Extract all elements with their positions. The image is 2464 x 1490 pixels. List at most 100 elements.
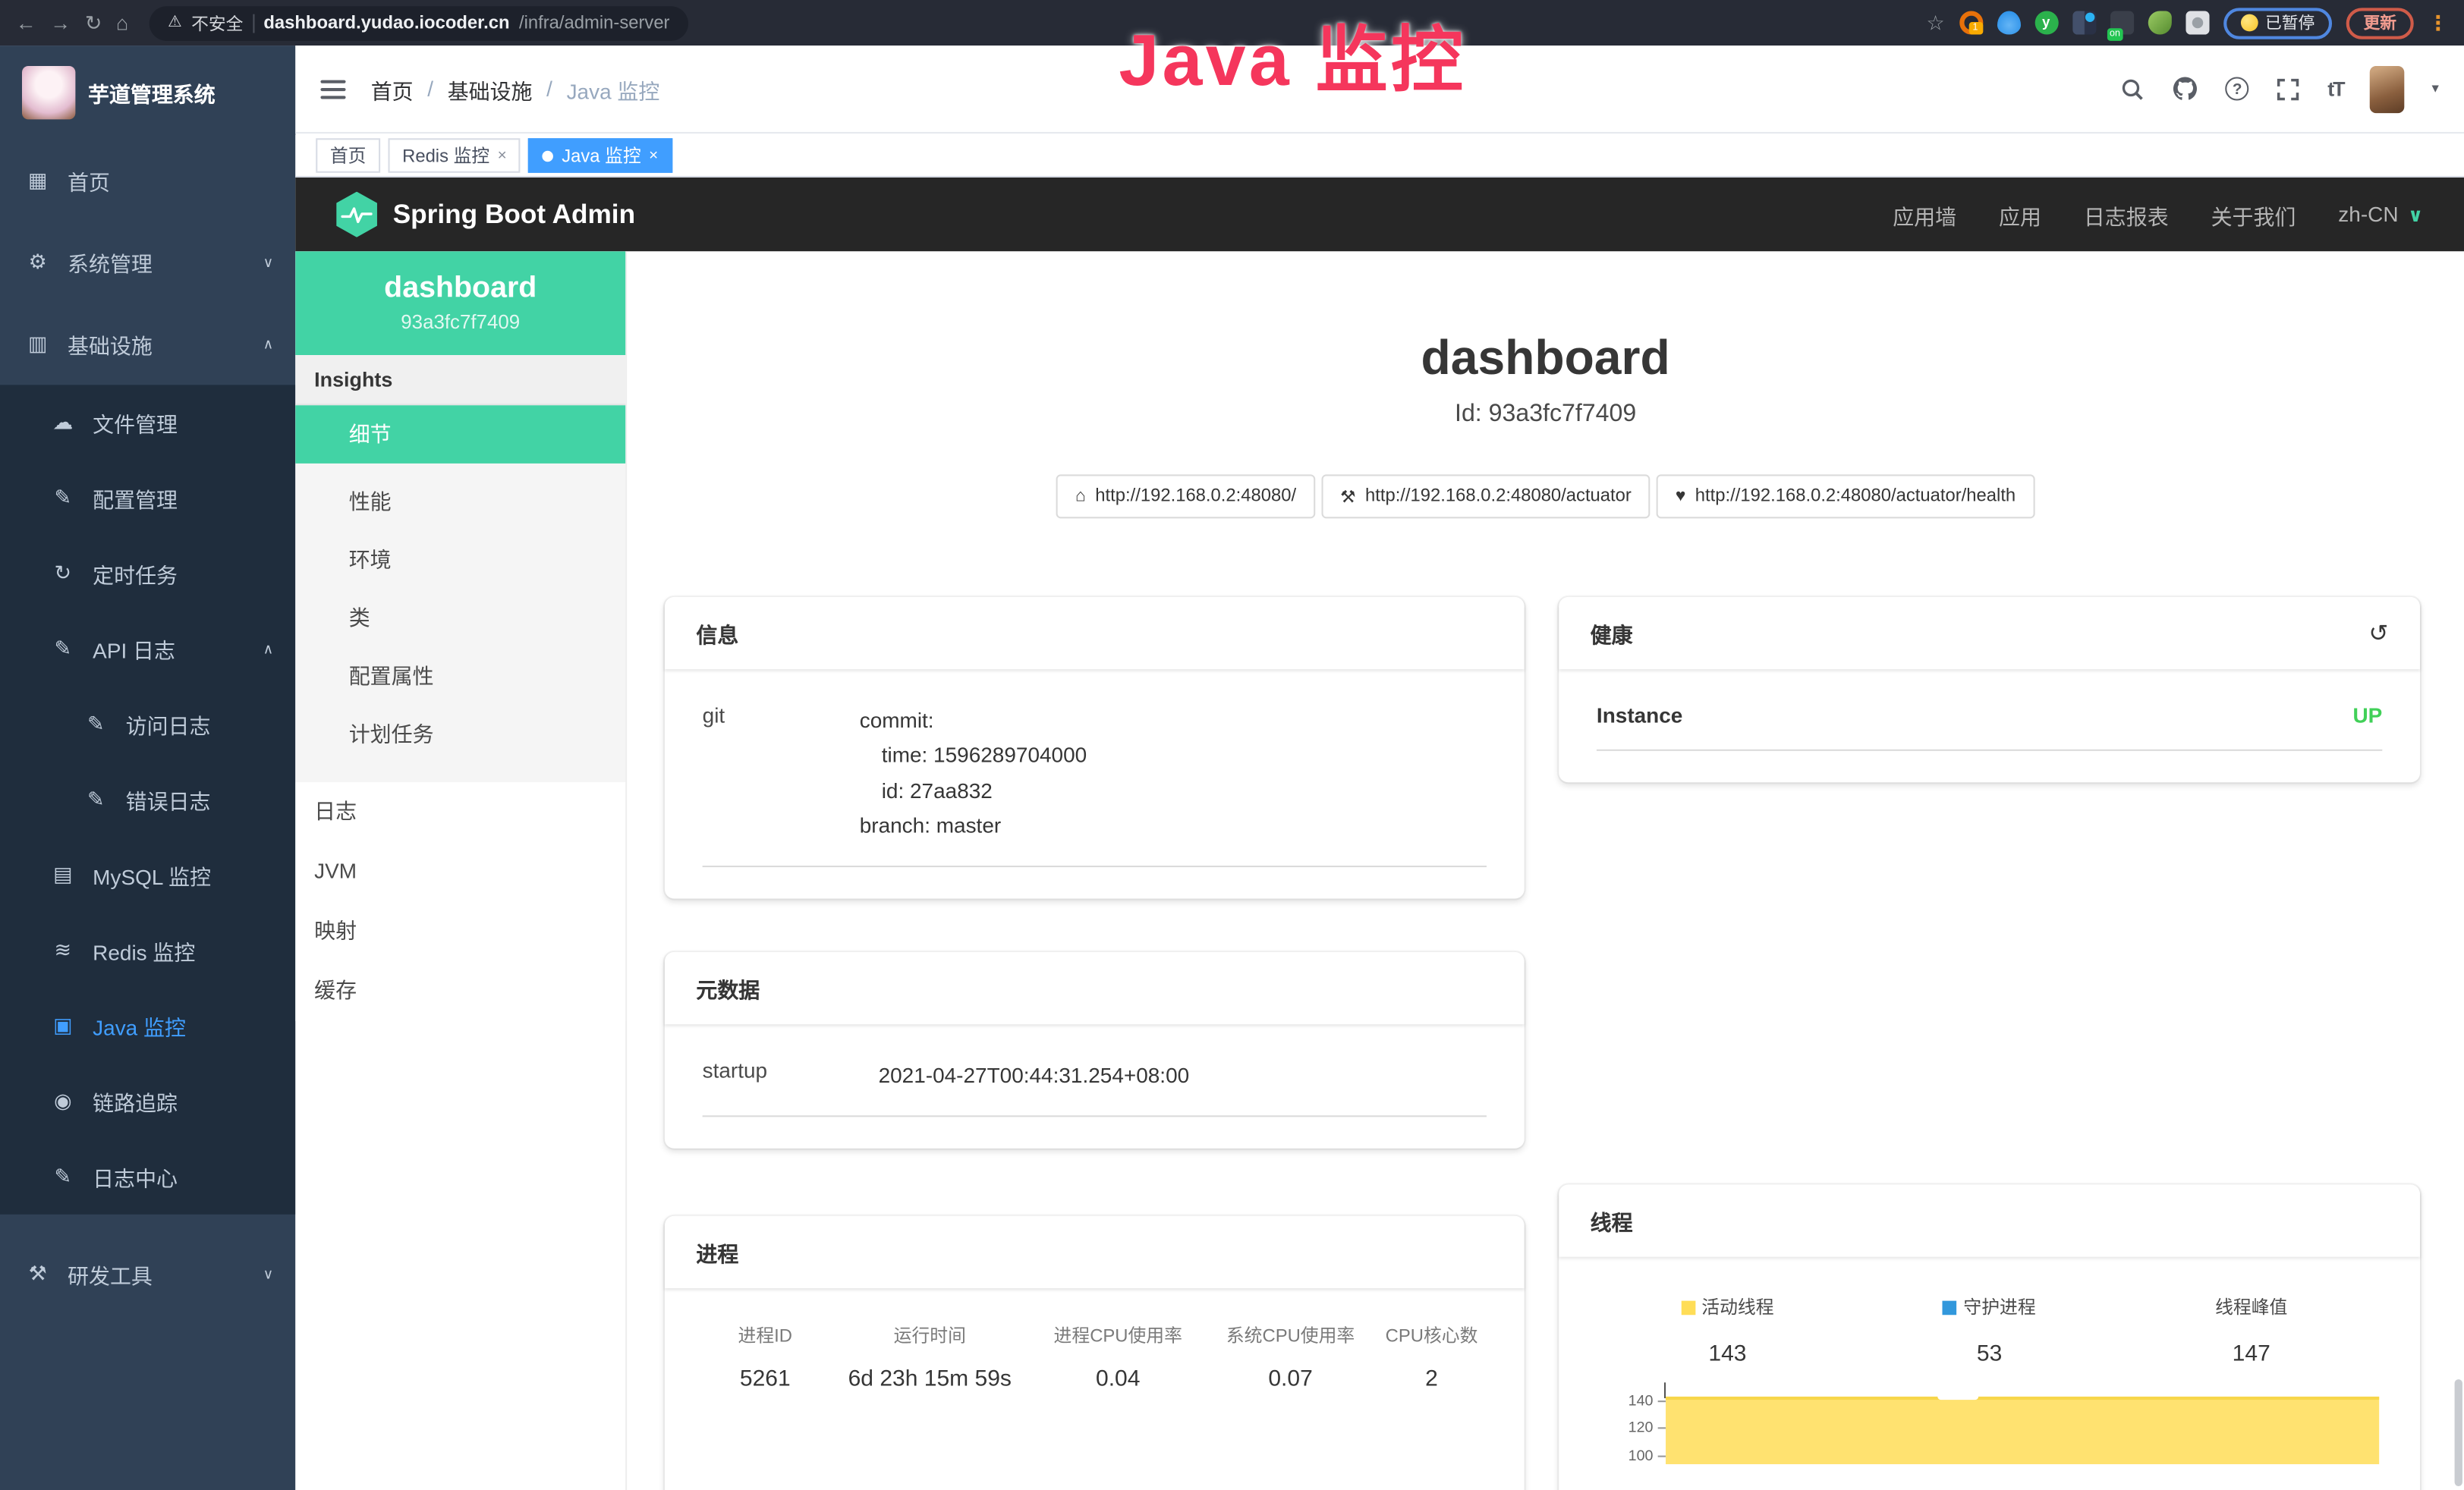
metadata-card: 元数据 startup 2021-04-27T00:44:31.254+08:0… — [665, 952, 1525, 1149]
sidebar-item-trace[interactable]: ◉ 链路追踪 — [0, 1064, 295, 1139]
font-size-icon[interactable]: tT — [2327, 77, 2343, 100]
legend-daemon: 守护进程 — [1858, 1294, 2120, 1319]
actuator-url-button[interactable]: ⚒ http://192.168.0.2:48080/actuator — [1321, 474, 1650, 518]
sba-nav: 应用墙 应用 日志报表 关于我们 zh-CN ∨ — [1893, 199, 2423, 230]
update-button[interactable]: 更新 — [2346, 7, 2414, 38]
tab-java[interactable]: Java 监控 × — [529, 138, 672, 173]
instance-header[interactable]: dashboard 93a3fc7f7409 — [295, 251, 625, 355]
instance-links: ⌂ http://192.168.0.2:48080/ ⚒ http://192… — [627, 474, 2464, 518]
sidebar-item-log-center[interactable]: ✎ 日志中心 — [0, 1139, 295, 1214]
sba-nav-wallboard[interactable]: 应用墙 — [1893, 199, 1956, 230]
address-bar[interactable]: ⚠ 不安全 dashboard.yudao.iocoder.cn/infra/a… — [149, 5, 688, 40]
threads-card-title: 线程 — [1591, 1205, 1633, 1236]
sidebar-item-home[interactable]: ▦ 首页 — [0, 140, 295, 222]
process-header: 运行时间 — [828, 1323, 1032, 1348]
scrollbar-thumb[interactable] — [2455, 1379, 2462, 1486]
extension-icon[interactable]: on — [2110, 11, 2133, 34]
health-card-title: 健康 — [1591, 618, 1633, 649]
sidebar-item-redis[interactable]: ≋ Redis 监控 — [0, 913, 295, 988]
extension-icon[interactable]: y — [2034, 11, 2058, 34]
sba-menu-logfile[interactable]: 日志 — [295, 782, 625, 842]
sidebar-item-job[interactable]: ↻ 定时任务 — [0, 536, 295, 611]
tab-home[interactable]: 首页 — [316, 138, 380, 173]
edit-icon: ✎ — [50, 486, 75, 511]
layers-icon: ≋ — [50, 938, 75, 963]
sba-menu-env[interactable]: 环境 — [295, 531, 625, 589]
sba-menu-caches[interactable]: 缓存 — [295, 961, 625, 1021]
close-icon[interactable]: × — [498, 147, 507, 165]
sba-menu-configprops[interactable]: 配置属性 — [295, 647, 625, 706]
sba-brand[interactable]: Spring Boot Admin — [393, 199, 635, 230]
extension-icon[interactable] — [2072, 11, 2095, 34]
extensions-puzzle-icon[interactable] — [2185, 11, 2208, 34]
breadcrumb-home[interactable]: 首页 — [371, 73, 414, 104]
home-icon: ⌂ — [1075, 487, 1086, 506]
sba-menu-mappings[interactable]: 映射 — [295, 902, 625, 962]
paused-label: 已暂停 — [2265, 11, 2315, 34]
sba-nav-journal[interactable]: 日志报表 — [2084, 199, 2169, 230]
sidebar-item-system[interactable]: ⚙ 系统管理 ∨ — [0, 222, 295, 303]
app-logo[interactable]: 芋道管理系统 — [0, 46, 295, 140]
sba-menu-jvm[interactable]: JVM — [295, 842, 625, 902]
back-icon[interactable]: ← — [16, 13, 36, 33]
monitor-icon: ▣ — [50, 1014, 75, 1039]
logo-image — [22, 66, 75, 119]
github-icon[interactable] — [2172, 75, 2198, 102]
sba-menu-scheduled[interactable]: 计划任务 — [295, 706, 625, 764]
metadata-card-title: 元数据 — [696, 973, 760, 1004]
sidebar-item-label: 配置管理 — [93, 483, 273, 514]
sidebar-item-infra[interactable]: ▥ 基础设施 ∧ — [0, 303, 295, 385]
sidebar-item-file[interactable]: ☁ 文件管理 — [0, 385, 295, 460]
close-icon[interactable]: × — [649, 147, 658, 165]
collapse-sidebar-icon[interactable] — [320, 80, 345, 99]
health-url-button[interactable]: ♥ http://192.168.0.2:48080/actuator/heal… — [1657, 474, 2034, 518]
breadcrumb-infra[interactable]: 基础设施 — [448, 73, 533, 104]
reload-icon[interactable]: ↻ — [85, 13, 102, 33]
forward-icon[interactable]: → — [50, 13, 71, 33]
sba-menu-metrics[interactable]: 性能 — [295, 473, 625, 531]
git-id-line: id: 27aa832 — [860, 774, 1487, 809]
sidebar-item-error-log[interactable]: ✎ 错误日志 — [0, 762, 295, 837]
extension-icon[interactable] — [1997, 11, 2020, 34]
user-menu-caret-icon[interactable]: ▾ — [2431, 80, 2438, 98]
fullscreen-icon[interactable] — [2276, 76, 2301, 101]
sba-menu-details[interactable]: 细节 — [295, 405, 625, 464]
info-card: 信息 git commit: time: 1596289704000 id: 2… — [665, 597, 1525, 899]
info-value: commit: time: 1596289704000 id: 27aa832 … — [860, 704, 1487, 844]
process-card: 进程 进程ID 运行时间 进程CPU使用率 系统CPU使用率 CPU核心数 — [665, 1216, 1525, 1490]
user-avatar[interactable] — [2371, 65, 2406, 112]
card-title: 健康 ↺ — [1559, 597, 2420, 669]
sidebar-item-mysql[interactable]: ▤ MySQL 监控 — [0, 838, 295, 913]
legend-swatch-blue — [1943, 1300, 1957, 1315]
profile-paused-badge[interactable]: 已暂停 — [2223, 7, 2332, 38]
browser-home-icon[interactable]: ⌂ — [116, 13, 128, 33]
sidebar-submenu-infra: ☁ 文件管理 ✎ 配置管理 ↻ 定时任务 ✎ API 日志 ∧ ✎ 访问日志 ✎ — [0, 385, 295, 1214]
sidebar-item-config[interactable]: ✎ 配置管理 — [0, 461, 295, 536]
bookmark-star-icon[interactable]: ☆ — [1926, 13, 1944, 33]
url-path: /infra/admin-server — [519, 14, 670, 33]
legend-live: 活动线程 — [1597, 1294, 1858, 1319]
browser-menu-icon[interactable]: ⋮ — [2428, 10, 2448, 35]
extension-icon[interactable]: 1 — [1959, 11, 1982, 34]
threads-card: 线程 活动线程 守护进程 线程峰值 143 53 147 — [1559, 1184, 2420, 1490]
sidebar-item-api-log[interactable]: ✎ API 日志 ∧ — [0, 611, 295, 687]
tab-redis[interactable]: Redis 监控 × — [388, 138, 521, 173]
language-select[interactable]: zh-CN ∨ — [2338, 203, 2423, 226]
sba-menu-classes[interactable]: 类 — [295, 589, 625, 648]
sidebar-item-access-log[interactable]: ✎ 访问日志 — [0, 687, 295, 762]
legend-label: 守护进程 — [1963, 1294, 2035, 1319]
card-title: 线程 — [1559, 1184, 2420, 1256]
sidebar-item-dev-tools[interactable]: ⚒ 研发工具 ∨ — [0, 1234, 295, 1316]
instance-title: dashboard — [627, 330, 2464, 387]
sidebar-item-java[interactable]: ▣ Java 监控 — [0, 989, 295, 1064]
help-icon[interactable]: ? — [2226, 77, 2249, 100]
sba-nav-about[interactable]: 关于我们 — [2211, 199, 2296, 230]
process-header: 进程CPU使用率 — [1032, 1323, 1204, 1348]
sba-nav-applications[interactable]: 应用 — [1999, 199, 2041, 230]
y-tick-label: 140 — [1629, 1393, 1654, 1410]
sidebar-item-label: 日志中心 — [93, 1161, 273, 1192]
extension-icon[interactable] — [2148, 11, 2171, 34]
history-icon[interactable]: ↺ — [2369, 619, 2389, 647]
search-icon[interactable] — [2120, 76, 2145, 101]
service-url-button[interactable]: ⌂ http://192.168.0.2:48080/ — [1056, 474, 1315, 518]
